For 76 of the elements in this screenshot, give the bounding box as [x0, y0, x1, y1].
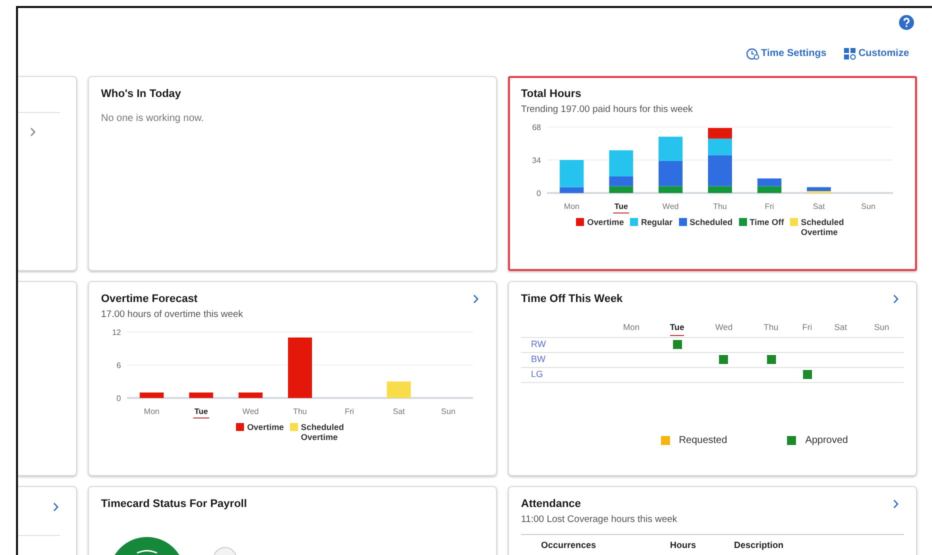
day-label: Fri	[344, 407, 354, 416]
axis-tick-label: 0	[536, 189, 541, 198]
legend-label: Regular	[640, 217, 673, 227]
day-label: Sun	[861, 202, 876, 211]
chevron-right-icon[interactable]	[473, 294, 479, 304]
legend-swatch	[576, 218, 584, 226]
bar	[238, 392, 263, 398]
chevron-right-icon[interactable]	[53, 502, 59, 512]
employee-initials-link[interactable]: RW	[531, 338, 546, 349]
day-label: Thu	[713, 202, 727, 211]
day-label: Sat	[812, 202, 825, 211]
day-label: Sat	[392, 407, 405, 416]
grid-icon	[844, 48, 858, 60]
legend-label: Scheduled Overtime	[800, 217, 845, 237]
day-label: Tue	[614, 202, 628, 211]
chevron-right-icon[interactable]	[893, 294, 899, 304]
day-label: Sun	[441, 407, 456, 416]
chevron-right-icon[interactable]	[893, 499, 899, 509]
legend-swatch	[678, 218, 687, 226]
axis-tick-label: 12	[112, 328, 121, 337]
legend-label: Approved	[805, 434, 848, 448]
bar	[189, 392, 214, 398]
bar	[140, 392, 164, 398]
axis-tick-label: 0	[116, 394, 121, 403]
axis-tick-label: 6	[116, 361, 121, 370]
empty-message: No one is working now.	[101, 112, 205, 126]
card-title: Total Hours	[521, 87, 582, 101]
chevron-right-icon[interactable]	[30, 127, 36, 137]
time-settings-link[interactable]: Time Settings	[746, 46, 826, 61]
legend-swatch	[738, 218, 747, 226]
employee-initials-link[interactable]: BW	[531, 354, 546, 364]
column-header: Occurrences	[541, 539, 596, 551]
legend-label: Overtime	[247, 422, 284, 432]
axis-tick-label: 68	[532, 123, 541, 132]
day-label: Mon	[564, 202, 580, 211]
legend-label: Scheduled Overtime	[300, 422, 345, 442]
card-subtitle: 11:00 Lost Coverage hours this week	[521, 514, 678, 526]
card-title: Timecard Status For Payroll	[101, 497, 247, 511]
legend-swatch	[630, 218, 638, 226]
day-header: Sat	[834, 321, 847, 334]
bar	[757, 178, 782, 186]
day-header: Tue	[670, 320, 684, 336]
legend-swatch	[790, 218, 798, 226]
axis-tick-label: 34	[532, 156, 541, 165]
legend-label: Scheduled	[690, 217, 733, 227]
employee-initials-link[interactable]: LG	[531, 368, 544, 379]
clock-gear-icon	[746, 48, 760, 60]
day-label: Thu	[293, 407, 307, 416]
day-header: Sun	[874, 321, 890, 334]
legend-label: Time Off	[750, 217, 784, 227]
day-header: Thu	[764, 321, 778, 334]
day-label: Mon	[144, 407, 160, 416]
customize-link[interactable]: Customize	[844, 46, 909, 61]
day-label: Wed	[662, 202, 679, 211]
card-title: Who's In Today	[101, 87, 182, 101]
day-label: Tue	[194, 407, 208, 416]
column-header: Description	[734, 539, 784, 551]
legend-label: Requested	[678, 434, 728, 448]
day-label: Wed	[242, 407, 259, 416]
card-title: Overtime Forecast	[101, 292, 198, 306]
bar	[288, 338, 312, 398]
card-subtitle: 17.00 hours of overtime this week	[101, 309, 244, 321]
day-header: Wed	[715, 321, 733, 334]
legend-label: Overtime	[587, 217, 624, 227]
column-header: Hours	[670, 539, 696, 551]
day-label: Fri	[764, 202, 774, 211]
card-title: Attendance	[521, 497, 581, 511]
day-header: Mon	[623, 321, 640, 334]
card-subtitle: Trending 197.00 paid hours for this week	[521, 104, 694, 116]
card-title: Time Off This Week	[521, 292, 623, 306]
legend-swatch	[290, 423, 298, 431]
today-underline	[612, 212, 630, 214]
day-header: Fri	[802, 321, 812, 334]
legend-swatch	[236, 423, 244, 431]
bar	[386, 382, 411, 398]
bar	[658, 136, 683, 161]
